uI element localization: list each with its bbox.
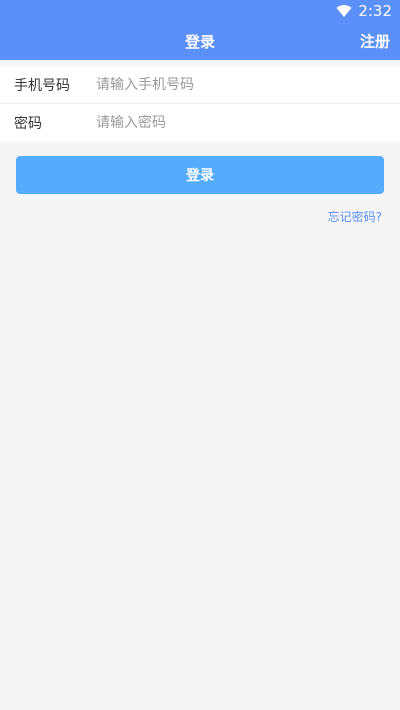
- page-title: 登录: [184, 32, 215, 51]
- phone-row: 手机号码: [0, 66, 400, 104]
- password-label: 密码: [14, 116, 42, 132]
- login-form: 手机号码 密码: [0, 66, 400, 142]
- app-bar: 登录 注册: [0, 22, 400, 60]
- register-button[interactable]: 注册: [360, 31, 390, 52]
- phone-input[interactable]: [96, 66, 400, 103]
- wifi-icon: [336, 5, 352, 18]
- password-input[interactable]: [96, 104, 400, 142]
- forgot-password-link[interactable]: 忘记密码?: [0, 208, 382, 225]
- status-bar: 2:32: [0, 0, 400, 22]
- login-button[interactable]: 登录: [16, 156, 384, 194]
- status-time: 2:32: [358, 2, 392, 20]
- password-row: 密码: [0, 104, 400, 142]
- phone-label: 手机号码: [14, 77, 70, 94]
